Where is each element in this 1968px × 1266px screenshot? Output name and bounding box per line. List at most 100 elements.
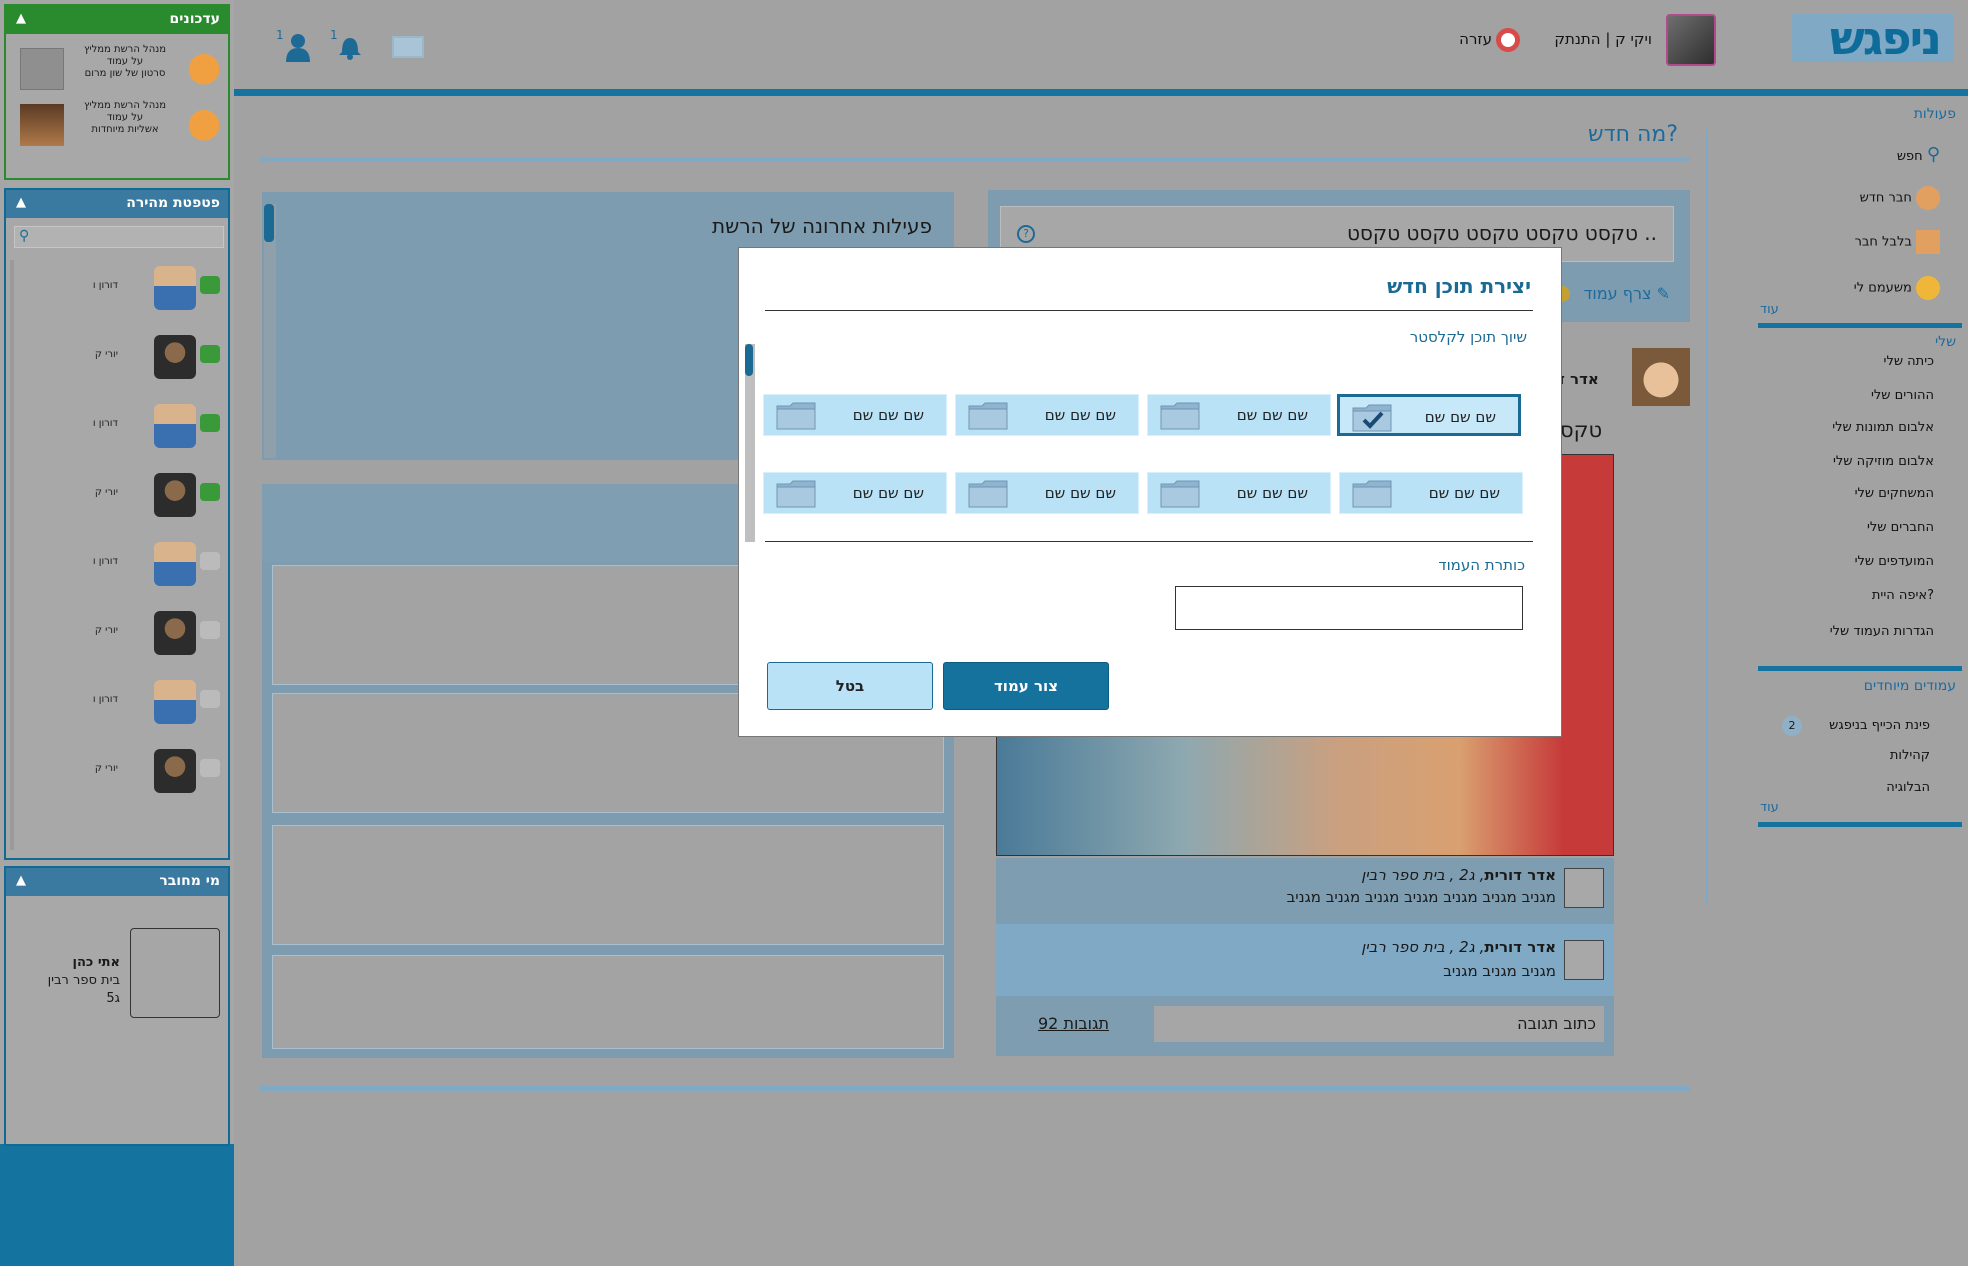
scroll-thumb[interactable] <box>264 204 274 242</box>
chat-contact[interactable]: דורון ו <box>18 402 222 450</box>
feed-card[interactable] <box>272 955 944 1049</box>
friends-icon[interactable] <box>284 32 312 62</box>
chat-bubble-icon[interactable] <box>200 414 220 432</box>
cluster-folder[interactable]: שם שם שם <box>1339 472 1523 514</box>
contact-avatar <box>154 542 196 586</box>
user-avatar[interactable] <box>1666 14 1716 66</box>
author-avatar[interactable] <box>1632 348 1690 406</box>
cluster-folder[interactable]: שם שם שם <box>763 394 947 436</box>
connected-school: בית ספר רבין <box>47 973 120 988</box>
reply-input[interactable]: כתוב תגובה <box>1154 1006 1604 1042</box>
logo-text: ניפגש <box>1829 11 1942 65</box>
chat-bubble-icon[interactable] <box>200 276 220 294</box>
chat-contact[interactable]: דורון ו <box>18 540 222 588</box>
contact-avatar <box>154 335 196 379</box>
help-link[interactable]: עזרה <box>1448 30 1492 48</box>
cluster-folder[interactable]: שם שם שם <box>763 472 947 514</box>
chat-contact[interactable]: דורון ו <box>18 678 222 726</box>
cluster-folder[interactable]: שם שם שם <box>1147 394 1331 436</box>
folder-icon <box>968 402 1008 430</box>
bell-icon[interactable] <box>336 32 362 60</box>
nav-mine-item[interactable]: המועדפים שלי <box>1855 554 1934 569</box>
help-icon[interactable] <box>1496 28 1520 52</box>
attach-page-link[interactable]: צרף עמוד ✎ <box>1584 284 1670 303</box>
nav-mine-item[interactable]: ההורים שלי <box>1871 388 1934 403</box>
recent-scrollbar[interactable] <box>264 204 276 458</box>
cluster-folder[interactable]: שם שם שם <box>955 472 1139 514</box>
update-line: על עמוד <box>106 56 144 67</box>
chat-scrollbar[interactable] <box>10 260 14 850</box>
special-more-link[interactable]: עוד <box>1760 800 1779 815</box>
nav-new-friend[interactable]: חבר חדש <box>1860 186 1940 210</box>
scroll-thumb[interactable] <box>745 344 753 376</box>
nav-search[interactable]: חפש ⚲ <box>1897 144 1940 165</box>
cluster-folder[interactable]: שם שם שם <box>1147 472 1331 514</box>
nav-communities[interactable]: קהילות <box>1890 748 1930 763</box>
chat-contact[interactable]: דורון ו <box>18 264 222 312</box>
cluster-folder[interactable]: שם שם שם <box>1337 394 1521 436</box>
search-icon: ⚲ <box>1926 144 1940 165</box>
connected-avatar[interactable] <box>130 928 220 1018</box>
chat-contact[interactable]: יורי ק <box>18 333 222 381</box>
comment-author[interactable]: אדר דורית <box>1484 866 1556 884</box>
contact-avatar <box>154 680 196 724</box>
special-title: עמודים מיוחדים <box>1863 678 1956 694</box>
bored-face-icon <box>1916 276 1940 300</box>
help-question-icon[interactable]: ? <box>1017 225 1035 243</box>
recent-title: פעילות אחרונה של הרשת <box>712 214 932 238</box>
nav-mine-item[interactable]: איפה היית? <box>1872 588 1934 603</box>
folder-icon <box>1352 480 1392 508</box>
collapse-icon[interactable]: ▲ <box>16 11 26 26</box>
cluster-folder[interactable]: שם שם שם <box>955 394 1139 436</box>
contact-name: יורי ק <box>94 487 118 498</box>
nav-mine-item[interactable]: החברים שלי <box>1867 520 1934 535</box>
comment-avatar[interactable] <box>1564 868 1604 908</box>
chat-contact[interactable]: יורי ק <box>18 747 222 795</box>
nav-mine-item[interactable]: המשחקים שלי <box>1855 486 1934 501</box>
collapse-icon[interactable]: ▲ <box>16 195 26 210</box>
chat-bubble-icon[interactable] <box>200 690 220 708</box>
cancel-button[interactable]: בטל <box>767 662 933 710</box>
connected-header[interactable]: ▲ מי מחובר <box>6 868 228 896</box>
user-link[interactable]: ויקי ק | התנתק <box>1540 30 1652 48</box>
chat-contact[interactable]: יורי ק <box>18 609 222 657</box>
nav-label: חבר חדש <box>1859 190 1912 206</box>
chat-header[interactable]: ▲ פטפטת מהירה <box>6 190 228 218</box>
chat-bubble-icon[interactable] <box>200 345 220 363</box>
chat-bubble-icon[interactable] <box>200 552 220 570</box>
chat-bubble-icon[interactable] <box>200 621 220 639</box>
confuse-friend-icon <box>1916 230 1940 254</box>
nav-mine-item[interactable]: אלבום תמונות שלי <box>1832 420 1934 435</box>
page-title-input[interactable] <box>1175 586 1523 630</box>
collapse-icon[interactable]: ▲ <box>16 873 26 888</box>
comment-avatar[interactable] <box>1564 940 1604 980</box>
create-content-dialog: יצירת תוכן חדש שיוך תוכן לקלסטר שם שם שם… <box>738 247 1562 737</box>
app-logo[interactable]: ניפגש <box>1792 14 1954 62</box>
updates-header[interactable]: ▲ עדכונים <box>6 6 228 34</box>
nav-mine-item[interactable]: כיתה שלי <box>1884 354 1934 369</box>
nav-blogs[interactable]: הבלוגיה <box>1886 780 1930 795</box>
nav-mine-item[interactable]: הגדרות העמוד שלי <box>1830 624 1934 639</box>
nav-fun-corner[interactable]: פינת הכייף בניפגש <box>1829 718 1930 733</box>
create-page-button[interactable]: צור עמוד <box>943 662 1109 710</box>
comment: אדר דורית, ג2 , בית ספר רבין מגניב מגניב… <box>996 858 1614 924</box>
section-divider <box>1758 323 1962 328</box>
update-item[interactable]: מנהל הרשת ממליץ על עמוד סרטון של שון מרום <box>14 42 226 94</box>
chat-search-input[interactable]: ⚲ <box>14 226 224 248</box>
update-item[interactable]: מנהל הרשת ממליץ על עמוד אשליות מיוחדות <box>14 98 226 150</box>
left-column-footer <box>0 1144 234 1266</box>
nav-mine-item[interactable]: אלבום מוזיקה שלי <box>1833 454 1934 469</box>
feed-card[interactable] <box>272 825 944 945</box>
replies-count-link[interactable]: 92 תגובות <box>1038 1014 1109 1033</box>
folder-label: שם שם שם <box>1044 406 1116 424</box>
chat-bubble-icon[interactable] <box>200 759 220 777</box>
comment-author[interactable]: אדר דורית <box>1484 938 1556 956</box>
chat-bubble-icon[interactable] <box>200 483 220 501</box>
actions-more-link[interactable]: עוד <box>1760 302 1779 317</box>
folders-scrollbar[interactable] <box>745 344 755 542</box>
mail-icon[interactable] <box>392 36 424 58</box>
nav-confuse-friend[interactable]: בלבל חבר <box>1855 230 1940 254</box>
nav-bored[interactable]: משעמם לי <box>1854 276 1940 300</box>
chat-contact[interactable]: יורי ק <box>18 471 222 519</box>
attach-label: צרף עמוד <box>1583 284 1652 303</box>
